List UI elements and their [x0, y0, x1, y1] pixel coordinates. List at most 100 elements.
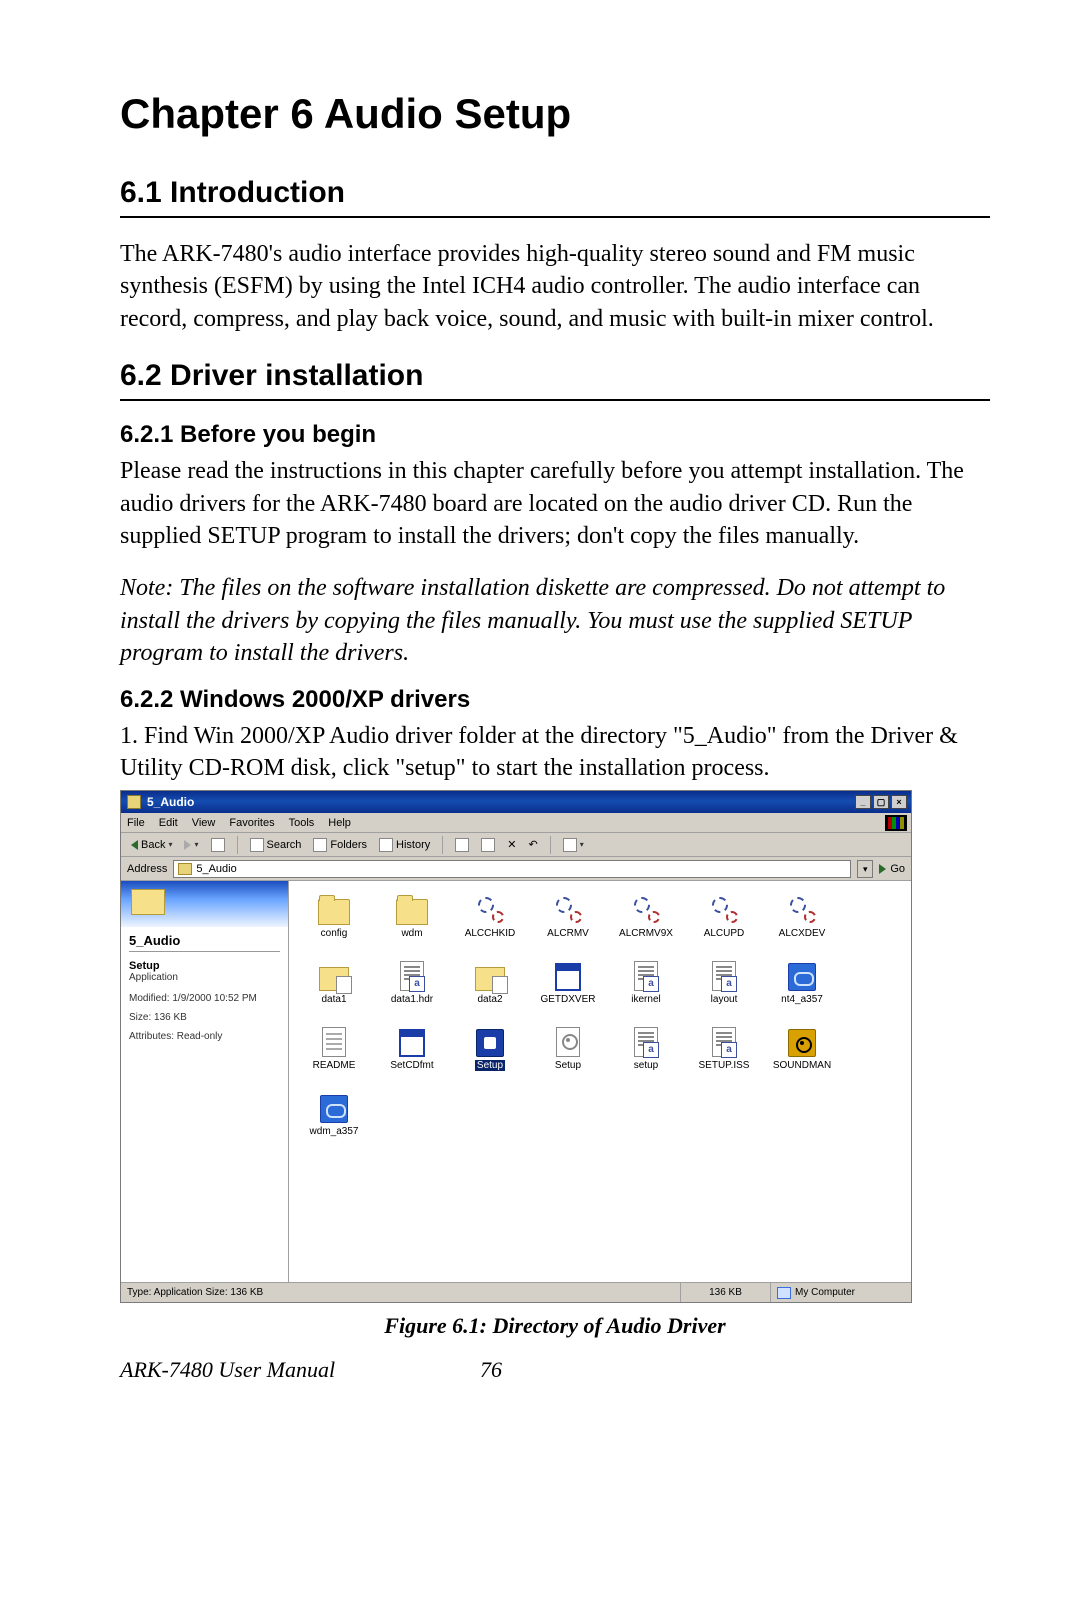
exe-file-icon: [555, 969, 581, 991]
arrow-left-icon: [131, 840, 138, 850]
up-folder-icon: [211, 838, 225, 852]
file-item[interactable]: data1.hdr: [373, 957, 451, 1005]
file-grid: config wdm ALCCHKID ALCRMV ALCRMV9X ALCU…: [289, 881, 911, 1282]
folders-button[interactable]: Folders: [309, 838, 371, 852]
menu-view[interactable]: View: [192, 817, 216, 829]
file-item[interactable]: setup: [607, 1023, 685, 1071]
menu-favorites[interactable]: Favorites: [229, 817, 274, 829]
left-pane-setup-name: Setup: [129, 960, 280, 972]
file-item[interactable]: SetCDfmt: [373, 1023, 451, 1071]
file-label: wdm: [401, 928, 422, 939]
file-label: data1.hdr: [391, 994, 433, 1005]
file-item[interactable]: ALCXDEV: [763, 891, 841, 939]
file-item[interactable]: layout: [685, 957, 763, 1005]
page-footer: ARK-7480 User Manual 76: [120, 1357, 990, 1383]
file-label: ikernel: [631, 994, 660, 1005]
address-dropdown-button[interactable]: ▾: [857, 860, 873, 878]
forward-button[interactable]: ▾: [180, 840, 202, 850]
chevron-down-icon: ▾: [580, 840, 584, 849]
file-label: data1: [321, 994, 346, 1005]
go-button[interactable]: Go: [879, 863, 905, 875]
folders-label: Folders: [330, 839, 367, 851]
left-pane: 5_Audio Setup Application Modified: 1/9/…: [121, 881, 289, 1282]
file-label: Setup: [555, 1060, 581, 1071]
menubar: File Edit View Favorites Tools Help: [121, 813, 911, 833]
file-item[interactable]: data2: [451, 957, 529, 1005]
file-item[interactable]: SETUP.ISS: [685, 1023, 763, 1071]
file-label: ALCRMV: [547, 928, 589, 939]
folder-icon: [127, 795, 141, 809]
subsection-6-2-2-heading: 6.2.2 Windows 2000/XP drivers: [120, 686, 990, 714]
file-item[interactable]: Setup: [529, 1023, 607, 1071]
readme-file-icon: [322, 1027, 346, 1057]
back-button[interactable]: Back ▾: [127, 839, 176, 851]
folders-icon: [313, 838, 327, 852]
file-label: SETUP.ISS: [699, 1060, 750, 1071]
menu-file[interactable]: File: [127, 817, 145, 829]
minimize-button[interactable]: _: [855, 795, 871, 809]
arrow-right-icon: [184, 840, 191, 850]
ex-file-icon: [634, 961, 658, 991]
address-field[interactable]: 5_Audio: [173, 860, 851, 878]
section-6-1-body: The ARK-7480's audio interface provides …: [120, 238, 990, 335]
undo-button[interactable]: ↶: [525, 838, 542, 851]
statusbar-size: 136 KB: [681, 1283, 771, 1302]
address-label: Address: [127, 863, 167, 875]
close-button[interactable]: ×: [891, 795, 907, 809]
menu-tools[interactable]: Tools: [289, 817, 315, 829]
statusbar-left: Type: Application Size: 136 KB: [121, 1283, 681, 1302]
file-label: ALCCHKID: [465, 928, 516, 939]
history-label: History: [396, 839, 430, 851]
file-item[interactable]: config: [295, 891, 373, 939]
driver-file-icon: [788, 963, 816, 991]
file-item[interactable]: wdm: [373, 891, 451, 939]
file-item[interactable]: nt4_a357: [763, 957, 841, 1005]
footer-manual-name: ARK-7480 User Manual: [120, 1357, 480, 1383]
move-to-button[interactable]: [451, 838, 473, 852]
folder-icon: [396, 899, 428, 925]
file-item[interactable]: GETDXVER: [529, 957, 607, 1005]
file-item[interactable]: ALCUPD: [685, 891, 763, 939]
left-pane-setup-type: Application: [129, 972, 280, 983]
folder-icon: [178, 863, 192, 875]
file-item[interactable]: README: [295, 1023, 373, 1071]
file-item[interactable]: ikernel: [607, 957, 685, 1005]
delete-button[interactable]: ✕: [503, 838, 520, 851]
menu-help[interactable]: Help: [328, 817, 351, 829]
views-button[interactable]: ▾: [559, 838, 588, 852]
maximize-button[interactable]: ▢: [873, 795, 889, 809]
folder-large-icon: [131, 889, 165, 915]
file-item[interactable]: data1: [295, 957, 373, 1005]
statusbar-right-label: My Computer: [795, 1287, 855, 1298]
copy-to-button[interactable]: [477, 838, 499, 852]
go-arrow-icon: [879, 864, 886, 874]
iss-file-icon: [712, 1027, 736, 1057]
file-label: SOUNDMAN: [773, 1060, 831, 1071]
figure-caption: Figure 6.1: Directory of Audio Driver: [120, 1313, 990, 1339]
views-icon: [563, 838, 577, 852]
file-item[interactable]: ALCRMV: [529, 891, 607, 939]
up-button[interactable]: [207, 838, 229, 852]
windows-logo-icon: [885, 815, 907, 831]
file-item[interactable]: ALCRMV9X: [607, 891, 685, 939]
statusbar-location: My Computer: [771, 1283, 911, 1302]
left-pane-title: 5_Audio: [129, 933, 280, 952]
file-label: wdm_a357: [310, 1126, 359, 1137]
toolbar: Back ▾ ▾ Search Folders History ✕ ↶ ▾: [121, 833, 911, 857]
file-label: ALCXDEV: [779, 928, 826, 939]
my-computer-icon: [777, 1287, 791, 1299]
file-label: SetCDfmt: [390, 1060, 433, 1071]
file-item[interactable]: SOUNDMAN: [763, 1023, 841, 1071]
left-pane-modified: Modified: 1/9/2000 10:52 PM: [129, 993, 280, 1004]
history-icon: [379, 838, 393, 852]
file-item[interactable]: wdm_a357: [295, 1089, 373, 1137]
file-item-selected[interactable]: Setup: [451, 1023, 529, 1071]
search-button[interactable]: Search: [246, 838, 306, 852]
history-button[interactable]: History: [375, 838, 434, 852]
subsection-6-2-2-body: 1. Find Win 2000/XP Audio driver folder …: [120, 720, 990, 785]
setup-exe-icon: [476, 1029, 504, 1057]
file-item[interactable]: ALCCHKID: [451, 891, 529, 939]
soundman-icon: [788, 1029, 816, 1057]
menu-edit[interactable]: Edit: [159, 817, 178, 829]
move-to-icon: [455, 838, 469, 852]
